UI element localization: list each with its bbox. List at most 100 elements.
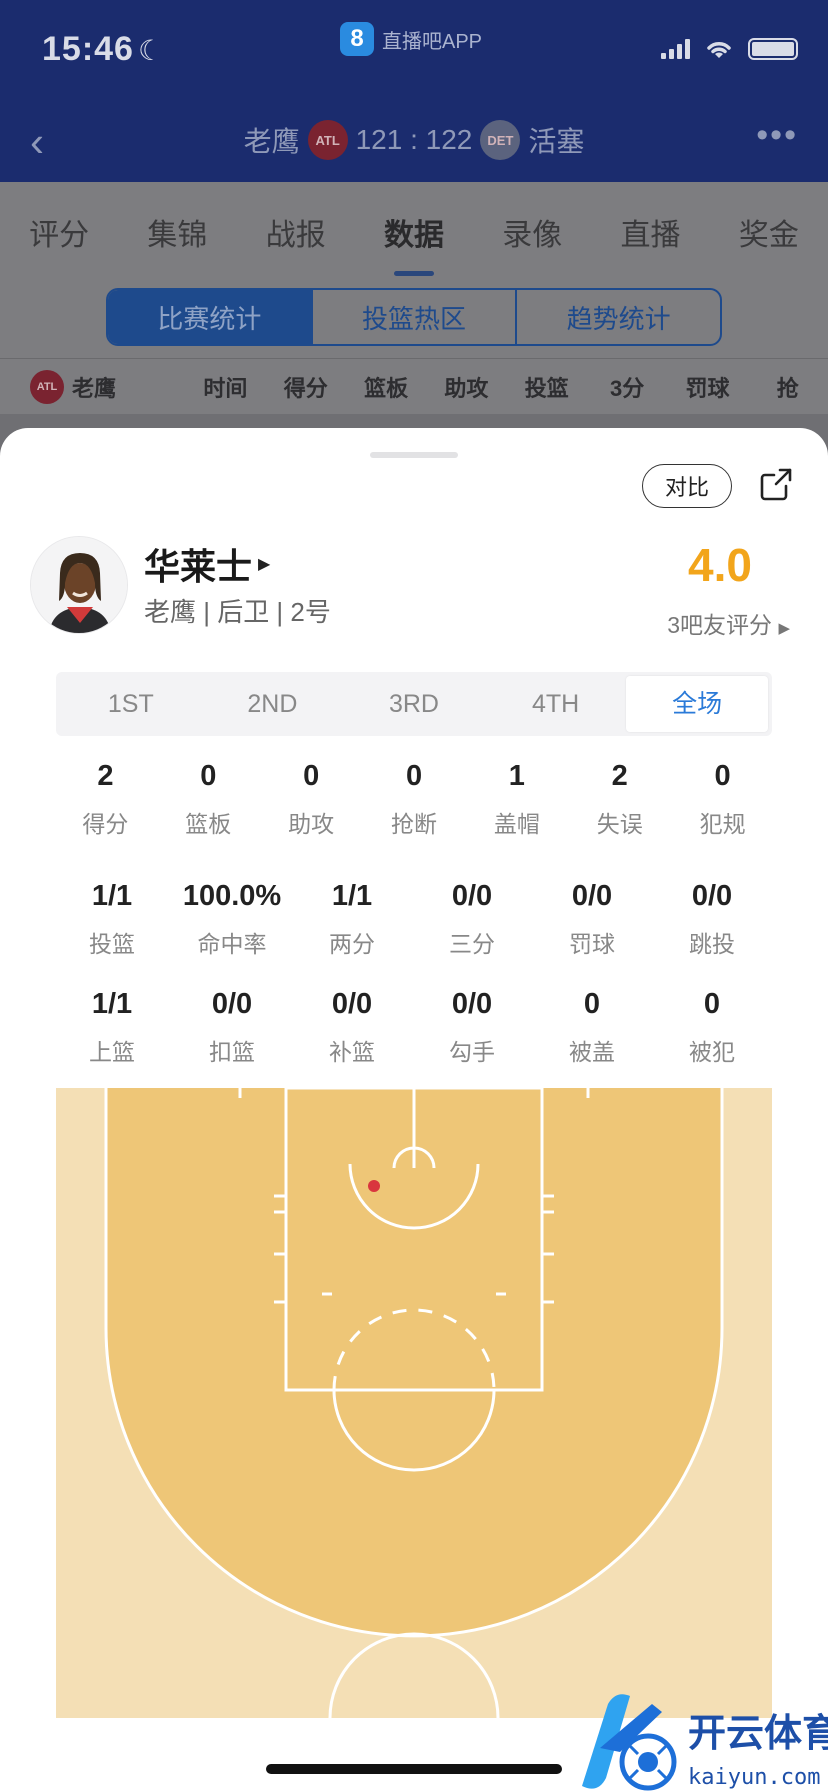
wifi-icon: [707, 42, 731, 58]
stat-fg-pct: 100.0% 命中率: [172, 880, 292, 959]
tab-highlights[interactable]: 集锦: [147, 210, 207, 254]
atl-logo-icon: ATL: [307, 120, 348, 160]
rating-count-link[interactable]: 3吧友评分 ▶: [667, 606, 790, 640]
stat-steals: 0 抢断: [363, 760, 466, 839]
compare-button[interactable]: 对比: [642, 464, 732, 508]
stats-segment-control: 比赛统计 投篮热区 趋势统计: [106, 288, 722, 346]
col-points[interactable]: 得分: [266, 371, 346, 403]
stat-layup: 1/1 上篮: [52, 988, 172, 1067]
stat-label: 补篮: [329, 1039, 375, 1065]
stat-hook: 0/0 勾手: [412, 988, 532, 1067]
stat-label: 三分: [449, 931, 495, 957]
col-minutes[interactable]: 时间: [185, 371, 265, 403]
col-steals[interactable]: 抢: [748, 371, 828, 403]
stat-value: 0/0: [451, 988, 493, 1020]
kaiyun-logo: 开云体育 kaiyun.com: [582, 1694, 828, 1791]
segment-wrap: 比赛统计 投篮热区 趋势统计: [0, 282, 828, 358]
stat-assists: 0 助攻: [260, 760, 363, 839]
stat-table-header: ATL 老鹰 时间 得分 篮板 助攻 投篮 3分 罚球 抢: [0, 358, 828, 414]
stat-value: 0: [703, 988, 721, 1020]
stat-label: 篮板: [185, 811, 232, 837]
stat-label: 扣篮: [209, 1039, 255, 1065]
stat-value: 0: [583, 988, 601, 1020]
shot-made-marker[interactable]: [368, 1180, 380, 1192]
caret-right-icon: ▶: [778, 620, 790, 637]
col-rebounds[interactable]: 篮板: [346, 371, 426, 403]
stat-value: 0/0: [451, 880, 493, 912]
game-score: 121 : 122: [355, 124, 473, 155]
stat-turnovers: 2 失误: [568, 760, 671, 839]
home-team-name: 老鹰: [243, 126, 300, 157]
det-logo-icon: DET: [480, 120, 521, 160]
shot-chart-court: [56, 1088, 772, 1718]
stat-label: 得分: [82, 811, 129, 837]
col-ft[interactable]: 罚球: [667, 371, 747, 403]
stat-ft: 0/0 罚球: [532, 880, 652, 959]
stat-fouled: 0 被犯: [652, 988, 772, 1067]
sheet-grabber[interactable]: [370, 452, 458, 458]
stat-label: 命中率: [197, 931, 267, 957]
caret-right-icon: ▶: [258, 556, 271, 573]
stat-value: 1/1: [91, 880, 133, 912]
shot-type-row: 1/1 上篮 0/0 扣篮 0/0 补篮 0/0 勾手 0 被盖 0 被犯: [52, 988, 772, 1067]
stat-value: 0: [303, 760, 320, 792]
stat-rebounds: 0 篮板: [157, 760, 260, 839]
system-icons: [661, 38, 798, 60]
stat-value: 1/1: [331, 880, 373, 912]
app-name: 直播吧APP: [382, 30, 483, 53]
shooting-stats-row: 1/1 投篮 100.0% 命中率 1/1 两分 0/0 三分 0/0 罚球 0/0 跳投: [52, 880, 772, 959]
tab-live[interactable]: 直播: [621, 210, 681, 254]
quarter-full-game[interactable]: 全场: [626, 676, 768, 732]
nav-row: ‹ 老鹰 ATL 121 : 122 DET 活塞 •••: [0, 100, 828, 182]
segment-game-stats[interactable]: 比赛统计: [108, 290, 313, 344]
col-3pt[interactable]: 3分: [587, 371, 667, 403]
player-meta: 老鹰 | 后卫 | 2号: [144, 597, 331, 627]
player-name[interactable]: 华莱士 ▶: [144, 538, 270, 590]
tab-report[interactable]: 战报: [266, 210, 326, 254]
stat-blocks: 1 盖帽: [465, 760, 568, 839]
stat-label: 助攻: [288, 811, 335, 837]
stat-label: 投篮: [89, 931, 135, 957]
stat-label: 盖帽: [493, 811, 540, 837]
battery-icon: [748, 38, 798, 60]
watermark-brand: 开云体育: [688, 1711, 828, 1755]
tab-data[interactable]: 数据: [384, 210, 444, 276]
tab-rating[interactable]: 评分: [29, 210, 89, 254]
stat-label: 两分: [329, 931, 375, 957]
status-time: 15:46: [42, 30, 134, 68]
player-name-text: 华莱士: [144, 546, 253, 587]
more-icon[interactable]: •••: [756, 116, 798, 155]
stat-2pt: 1/1 两分: [292, 880, 412, 959]
stat-label: 罚球: [569, 931, 615, 957]
stat-label: 失误: [596, 811, 643, 837]
quarter-3rd[interactable]: 3RD: [343, 676, 485, 732]
main-tabs: 评分 集锦 战报 数据 录像 直播 奖金: [0, 182, 828, 282]
stat-label: 被犯: [689, 1039, 735, 1065]
stat-jumpshot: 0/0 跳投: [652, 880, 772, 959]
stat-value: 1/1: [91, 988, 133, 1020]
player-avatar[interactable]: [30, 536, 128, 634]
stat-fouls: 0 犯规: [671, 760, 774, 839]
app-banner[interactable]: 8 直播吧APP: [340, 22, 482, 56]
segment-shot-zones[interactable]: 投篮热区: [313, 290, 518, 344]
stat-value: 0: [200, 760, 217, 792]
stat-3pt: 0/0 三分: [412, 880, 532, 959]
quarter-4th[interactable]: 4TH: [485, 676, 627, 732]
col-assists[interactable]: 助攻: [426, 371, 506, 403]
stat-value: 1: [508, 760, 525, 792]
stat-value: 0/0: [571, 880, 613, 912]
stat-label: 犯规: [699, 811, 746, 837]
tab-replay[interactable]: 录像: [502, 210, 562, 254]
watermark-site: kaiyun.com: [688, 1765, 820, 1790]
tab-bonus[interactable]: 奖金: [739, 210, 799, 254]
segment-trend-stats[interactable]: 趋势统计: [517, 290, 720, 344]
stat-fg: 1/1 投篮: [52, 880, 172, 959]
home-indicator: [266, 1764, 562, 1774]
quarter-1st[interactable]: 1ST: [60, 676, 202, 732]
basic-stats-row: 2 得分 0 篮板 0 助攻 0 抢断 1 盖帽 2 失误 0 犯规: [54, 760, 774, 839]
quarter-2nd[interactable]: 2ND: [202, 676, 344, 732]
col-fg[interactable]: 投篮: [507, 371, 587, 403]
stat-value: 0: [405, 760, 423, 792]
player-photo-icon: [31, 537, 127, 633]
share-icon[interactable]: [756, 464, 796, 504]
